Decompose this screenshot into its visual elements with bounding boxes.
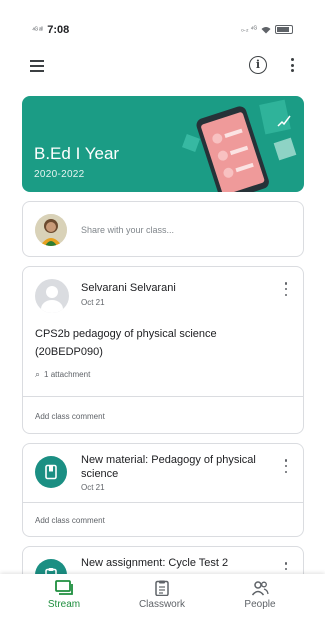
material-title: New material: Pedagogy of physical scien…	[81, 454, 256, 480]
attachment-info[interactable]: ⌕ 1 attachment	[35, 369, 90, 380]
menu-icon[interactable]	[30, 60, 48, 74]
banner-illustration	[182, 99, 297, 192]
wifi-icon	[261, 26, 271, 33]
add-comment-link[interactable]: Add class comment	[35, 412, 105, 421]
stream-icon	[55, 580, 73, 596]
nav-people[interactable]: People	[220, 580, 300, 610]
book-icon	[35, 456, 67, 488]
bottom-navigation: Stream Classwork People	[0, 574, 325, 621]
material-card[interactable]: New material: Pedagogy of physical scien…	[22, 443, 304, 537]
class-subtitle: 2020-2022	[34, 169, 85, 180]
announcement-card[interactable]: Selvarani Selvarani Oct 21 CPS2b pedagog…	[22, 266, 304, 434]
divider	[23, 396, 303, 397]
author-avatar	[35, 279, 69, 313]
nav-classwork[interactable]: Classwork	[122, 580, 202, 610]
post-more-icon[interactable]	[283, 281, 289, 297]
status-left: ⁴ᴳ ᵃˡˡ 7:08	[32, 24, 69, 36]
more-vert-icon[interactable]	[289, 56, 295, 74]
battery-icon	[275, 25, 293, 34]
add-comment-link[interactable]: Add class comment	[35, 516, 105, 525]
people-icon	[251, 580, 269, 596]
app-bar: i	[0, 48, 325, 88]
nav-label: Stream	[47, 599, 81, 610]
class-title: B.Ed I Year	[34, 144, 120, 163]
classwork-icon	[153, 580, 171, 597]
status-bar: ⁴ᴳ ᵃˡˡ 7:08 ₀.₂ ⁴ᴳ	[0, 0, 325, 44]
nav-stream[interactable]: Stream	[24, 580, 104, 610]
attachment-icon: ⌕	[35, 369, 41, 379]
post-body: CPS2b pedagogy of physical science (20BE…	[35, 328, 217, 358]
class-banner[interactable]: B.Ed I Year 2020-2022	[22, 96, 304, 192]
status-time: 7:08	[47, 24, 70, 36]
nav-label: People	[244, 599, 276, 610]
nav-label: Classwork	[138, 599, 186, 610]
info-icon[interactable]: i	[249, 56, 267, 74]
share-card[interactable]: Share with your class...	[22, 201, 304, 257]
material-date: Oct 21	[81, 483, 105, 492]
status-right: ₀.₂ ⁴ᴳ	[241, 25, 293, 34]
post-author: Selvarani Selvarani	[81, 282, 176, 294]
user-avatar	[35, 214, 67, 246]
post-date: Oct 21	[81, 298, 105, 307]
network-indicator: ₀.₂ ⁴ᴳ	[241, 26, 257, 33]
signal-indicator: ⁴ᴳ ᵃˡˡ	[32, 26, 43, 34]
divider	[23, 502, 303, 503]
material-more-icon[interactable]	[283, 458, 289, 474]
attachment-label: 1 attachment	[44, 370, 91, 379]
assignment-title: New assignment: Cycle Test 2	[81, 557, 229, 569]
share-placeholder: Share with your class...	[81, 225, 175, 235]
